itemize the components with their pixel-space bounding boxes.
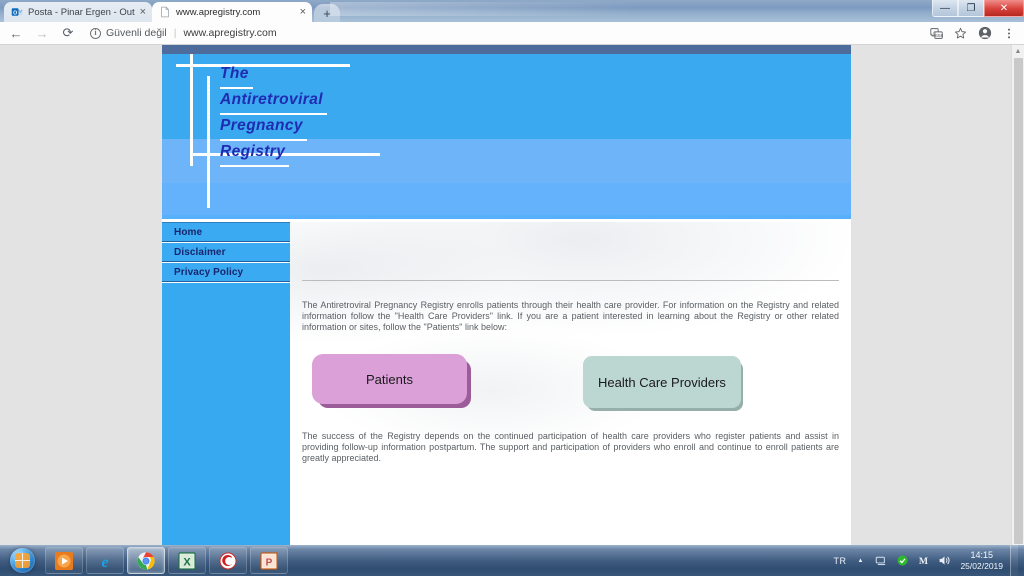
intro-paragraph: The Antiretroviral Pregnancy Registry en… bbox=[302, 300, 839, 332]
site-title-line-3: Pregnancy bbox=[220, 113, 307, 141]
windows-taskbar: e X P TR ▲ M 14:15 25/02/2019 bbox=[0, 545, 1024, 576]
svg-text:P: P bbox=[266, 557, 273, 568]
excel-icon: X bbox=[178, 551, 196, 570]
windows-start-orb-icon bbox=[9, 548, 35, 573]
toolbar-icons: A \u6587 bbox=[929, 26, 1018, 41]
site-title-line-4: Registry bbox=[220, 139, 290, 167]
security-status-text: Güvenli değil bbox=[106, 27, 167, 39]
patients-button[interactable]: Patients bbox=[312, 354, 467, 405]
site-sidebar: Home Disclaimer Privacy Policy bbox=[162, 222, 290, 576]
red-app-icon bbox=[219, 552, 237, 569]
cta-button-row: Patients Health Care Providers bbox=[302, 350, 839, 412]
browser-toolbar: ← → ⟳ i Güvenli değil | www.apregistry.c… bbox=[0, 22, 1024, 45]
closing-paragraph: The success of the Registry depends on t… bbox=[302, 431, 839, 463]
page-viewport: The Antiretroviral Pregnancy Registry Ho… bbox=[0, 45, 1024, 576]
website-page: The Antiretroviral Pregnancy Registry Ho… bbox=[162, 45, 851, 576]
site-title: The Antiretroviral Pregnancy Registry bbox=[220, 61, 327, 167]
site-title-line-2: Antiretroviral bbox=[220, 87, 327, 115]
clock-time: 14:15 bbox=[970, 549, 993, 560]
banner-line-vertical-short bbox=[190, 54, 193, 166]
translate-icon[interactable]: A \u6587 bbox=[929, 26, 944, 41]
svg-text:e: e bbox=[101, 554, 108, 571]
volume-icon[interactable] bbox=[937, 554, 951, 568]
taskbar-red-app[interactable] bbox=[209, 547, 247, 574]
site-banner: The Antiretroviral Pregnancy Registry bbox=[162, 45, 851, 222]
sidebar-item-label: Privacy Policy bbox=[174, 266, 244, 278]
site-title-line-1: The bbox=[220, 61, 253, 89]
star-icon[interactable] bbox=[953, 26, 968, 41]
content-divider bbox=[302, 280, 839, 281]
health-care-providers-button-label: Health Care Providers bbox=[598, 374, 726, 390]
patients-button-label: Patients bbox=[366, 371, 413, 387]
svg-text:O: O bbox=[13, 10, 17, 16]
forward-button[interactable]: → bbox=[30, 23, 54, 43]
tab-close-icon[interactable]: × bbox=[140, 6, 146, 18]
outlook-icon: O bbox=[11, 8, 23, 16]
chrome-icon bbox=[137, 551, 155, 570]
media-player-icon bbox=[55, 551, 73, 570]
health-care-providers-button[interactable]: Health Care Providers bbox=[583, 356, 741, 409]
clock-date: 25/02/2019 bbox=[960, 560, 1003, 571]
tray-chevron-icon[interactable]: ▲ bbox=[853, 554, 867, 568]
vertical-scrollbar[interactable]: ▲ bbox=[1011, 45, 1024, 576]
browser-window: O Posta - Pinar Ergen - Outlook × www.ap… bbox=[0, 0, 1024, 576]
page-body: Home Disclaimer Privacy Policy The Antir… bbox=[162, 222, 851, 576]
sidebar-item-privacy-policy[interactable]: Privacy Policy bbox=[162, 262, 290, 282]
url-text: www.apregistry.com bbox=[183, 27, 277, 39]
main-content: The Antiretroviral Pregnancy Registry en… bbox=[290, 222, 851, 576]
taskbar-chrome[interactable] bbox=[127, 547, 165, 574]
scrollbar-thumb[interactable] bbox=[1014, 58, 1023, 544]
banner-line-vertical-long bbox=[207, 76, 210, 208]
antivirus-icon[interactable]: M bbox=[916, 554, 930, 568]
powerpoint-icon: P bbox=[260, 551, 278, 570]
browser-tab-apregistry[interactable]: www.apregistry.com × bbox=[152, 2, 312, 22]
scroll-up-arrow[interactable]: ▲ bbox=[1012, 45, 1024, 57]
svg-text:M: M bbox=[919, 556, 928, 567]
taskbar-clock[interactable]: 14:15 25/02/2019 bbox=[958, 550, 1003, 572]
internet-explorer-icon: e bbox=[101, 554, 108, 571]
address-bar[interactable]: i Güvenli değil | www.apregistry.com bbox=[82, 23, 927, 43]
close-window-button[interactable]: ✕ bbox=[984, 0, 1024, 17]
tab-title: www.apregistry.com bbox=[176, 6, 261, 18]
taskbar-internet-explorer[interactable]: e bbox=[86, 547, 124, 574]
browser-tab-outlook[interactable]: O Posta - Pinar Ergen - Outlook × bbox=[4, 2, 152, 22]
show-desktop-button[interactable] bbox=[1010, 545, 1018, 576]
sidebar-item-disclaimer[interactable]: Disclaimer bbox=[162, 242, 290, 262]
maximize-button[interactable]: ❐ bbox=[958, 0, 984, 17]
sidebar-divider bbox=[162, 282, 290, 283]
network-icon[interactable] bbox=[874, 554, 888, 568]
profile-icon[interactable] bbox=[977, 26, 992, 41]
start-button[interactable] bbox=[2, 546, 42, 575]
back-button[interactable]: ← bbox=[4, 23, 28, 43]
taskbar-powerpoint[interactable]: P bbox=[250, 547, 288, 574]
info-icon[interactable]: i bbox=[90, 27, 101, 39]
tab-close-icon[interactable]: × bbox=[300, 6, 306, 18]
title-bar: O Posta - Pinar Ergen - Outlook × www.ap… bbox=[0, 0, 1024, 22]
sidebar-item-home[interactable]: Home bbox=[162, 222, 290, 242]
window-controls: — ❐ ✕ bbox=[932, 0, 1024, 17]
minimize-button[interactable]: — bbox=[932, 0, 958, 17]
sidebar-item-label: Home bbox=[174, 226, 203, 238]
omnibox-separator: | bbox=[173, 27, 177, 39]
taskbar-excel[interactable]: X bbox=[168, 547, 206, 574]
svg-text:\u6587: \u6587 bbox=[931, 33, 943, 39]
document-icon bbox=[161, 6, 169, 18]
svg-text:X: X bbox=[183, 556, 191, 568]
taskbar-media-player[interactable] bbox=[45, 547, 83, 574]
new-tab-button[interactable]: + bbox=[314, 4, 340, 22]
reload-button[interactable]: ⟳ bbox=[56, 23, 80, 43]
shield-icon[interactable] bbox=[895, 554, 909, 568]
kebab-menu-icon[interactable] bbox=[1001, 26, 1016, 41]
sidebar-item-label: Disclaimer bbox=[174, 246, 226, 258]
system-tray: TR ▲ M 14:15 25/02/2019 bbox=[833, 545, 1024, 576]
tab-title: Posta - Pinar Ergen - Outlook bbox=[28, 6, 135, 18]
tray-language-indicator[interactable]: TR bbox=[833, 556, 846, 566]
